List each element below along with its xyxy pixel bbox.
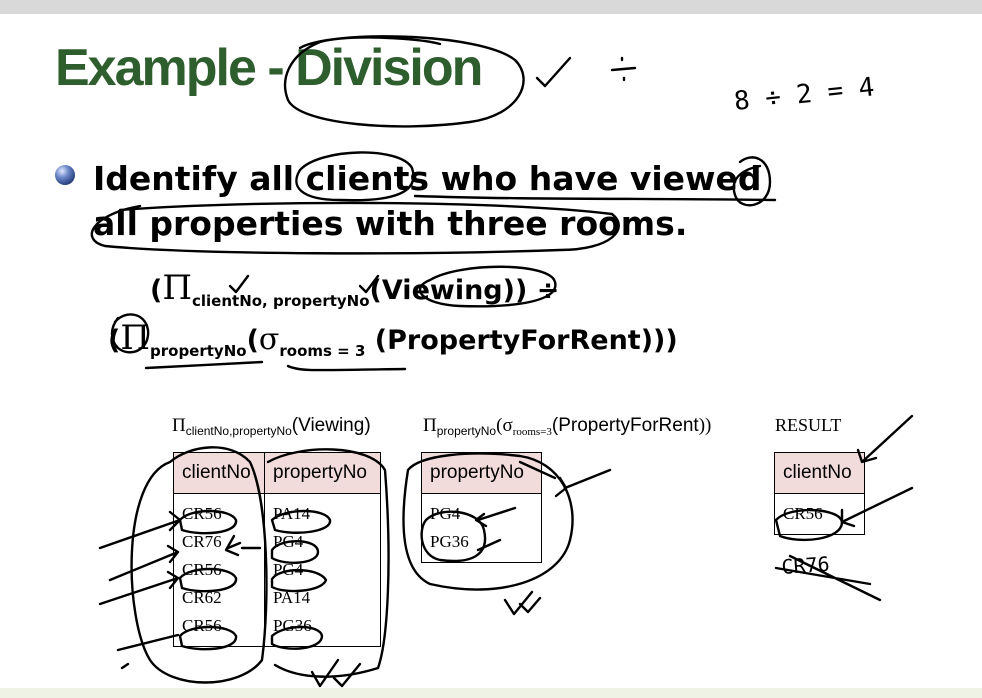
window-top-bar [0,0,982,14]
table-row: PG4 [421,493,542,528]
caption-selection-condition: rooms=3 [512,426,552,438]
pi-symbol: Π [172,415,186,436]
ink-arrow-header [554,468,612,498]
ink-checks-bottom [310,658,362,688]
ink-check-title [535,56,572,88]
property-caption: ΠpropertyNo(σrooms=3(PropertyForRent)) [423,415,711,438]
table-row: CR56 PG4 [173,556,381,584]
expression-line-2: (ΠpropertyNo(σrooms = 3 (PropertyForRent… [108,318,678,360]
viewing-table: clientNo propertyNo CR56 PA14 CR76 PG4 C… [173,452,381,647]
window-bottom-bar [0,688,982,698]
expr1-open: ( [150,275,163,306]
ink-divide-title [610,56,637,82]
cell-clientno: CR56 [173,556,265,584]
caption-projection-attrs: clientNo,propertyNo [185,424,292,438]
caption-relation: (Viewing) [291,415,371,436]
ink-strike-cr76 [774,554,882,602]
expr2-open: ( [108,325,121,356]
pi-symbol: Π [162,268,192,308]
table-row: CR56 [774,493,865,535]
viewing-caption: ΠclientNo,propertyNo(Viewing) [172,415,371,438]
table-row: CR76 PG4 [173,528,381,556]
caption-close: )) [698,415,712,436]
column-header-propertyno: propertyNo [421,452,542,494]
ink-arithmetic: 8 ÷ 2 = 4 [733,72,876,117]
ink-dash-left [120,662,130,670]
table-row: PG36 [421,528,542,563]
ink-arrow-4 [116,633,180,652]
caption-relation: (PropertyForRent [551,415,699,436]
cell-clientno: CR76 [173,528,265,556]
expr2-projection-attrs: propertyNo [150,342,247,360]
ink-arrow-result-header [856,414,914,464]
sigma-symbol: σ [502,415,513,436]
sigma-symbol: σ [258,322,280,357]
bullet-text: Identify all clients who have viewed all… [93,159,762,243]
slide-title: Example - Division [55,39,483,97]
column-header-clientno: clientNo [774,452,865,494]
cell-propertyno: PA14 [264,584,381,612]
pi-symbol: Π [423,415,437,436]
bullet-sphere-icon [55,165,75,185]
expr1-projection-attrs: clientNo, propertyNo [192,292,370,310]
cell-propertyno: PA14 [264,493,381,528]
expr1-argument: (Viewing)) [369,275,528,306]
cell-clientno: CR56 [173,612,265,647]
ink-checks-property [503,590,542,616]
cell-propertyno: PG36 [421,528,542,563]
result-table: clientNo CR56 [774,452,865,535]
cell-clientno: CR56 [173,493,265,528]
table-row: CR62 PA14 [173,584,381,612]
result-caption: RESULT [775,415,842,435]
expression-line-1: (ΠclientNo, propertyNo(Viewing)) ÷ [150,268,559,310]
cell-clientno: CR62 [173,584,265,612]
cell-clientno: CR56 [774,493,865,535]
division-operator: ÷ [527,275,560,306]
cell-propertyno: PG4 [264,556,381,584]
ink-arrow-2 [108,544,180,582]
ink-struck-value: CR76 [781,552,831,579]
cell-propertyno: PG4 [421,493,542,528]
expr2-argument: (PropertyForRent))) [365,325,678,356]
ink-arrow-3 [98,570,180,606]
ink-underline-sigma [286,364,407,372]
cell-propertyno: PG36 [264,612,381,647]
expr2-selection-condition: rooms = 3 [279,342,366,360]
property-table: propertyNo PG4 PG36 [421,452,542,563]
column-header-clientno: clientNo [173,452,265,494]
cell-propertyno: PG4 [264,528,381,556]
pi-symbol: Π [120,318,150,358]
column-header-propertyno: propertyNo [264,452,381,494]
table-row: CR56 PA14 [173,493,381,528]
table-row: CR56 PG36 [173,612,381,647]
ink-underline-propertyno [144,360,264,370]
expr2-open-2: ( [246,325,259,356]
ink-arrow-1 [98,510,182,550]
caption-projection-attrs: propertyNo [436,424,497,438]
